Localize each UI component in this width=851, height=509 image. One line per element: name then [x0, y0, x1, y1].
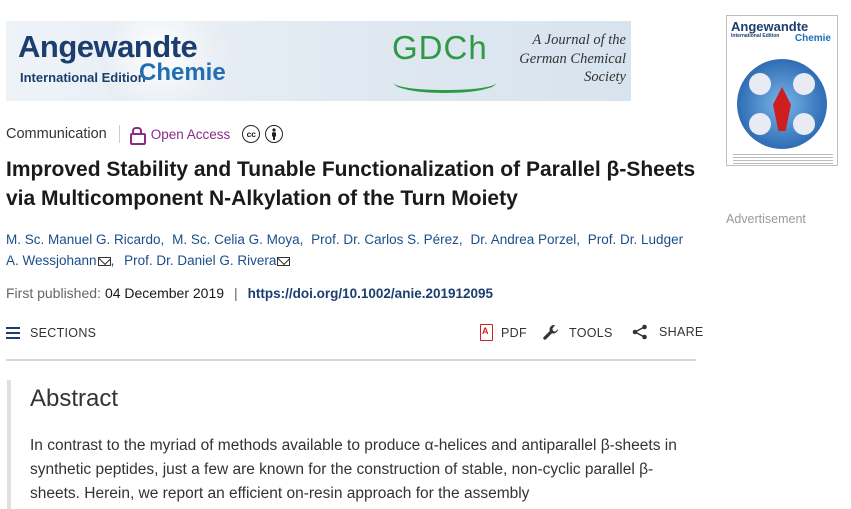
- article-toolbar: SECTIONS PDF TOOLS SHARE: [6, 322, 703, 346]
- attribution-icon[interactable]: [265, 125, 284, 143]
- author-link[interactable]: M. Sc. Manuel G. Ricardo,: [6, 232, 164, 247]
- cover-art-bubble: [793, 113, 815, 135]
- tools-label: TOOLS: [569, 326, 613, 340]
- sections-label: SECTIONS: [30, 326, 97, 340]
- list-icon: [6, 327, 20, 339]
- divider: [118, 125, 120, 143]
- journal-name-chemie: Chemie: [139, 59, 226, 86]
- publication-info: First published: 04 December 2019 | http…: [6, 285, 493, 301]
- first-published-label: First published:: [6, 285, 101, 301]
- advertisement-label: Advertisement: [726, 212, 806, 226]
- author-separator: ,: [110, 253, 115, 268]
- tools-button[interactable]: TOOLS: [542, 324, 613, 342]
- author-list: M. Sc. Manuel G. Ricardo, M. Sc. Celia G…: [6, 229, 696, 271]
- pdf-icon: [480, 324, 493, 341]
- abstract-section: Abstract In contrast to the myriad of me…: [7, 380, 697, 509]
- article-meta-row: Communication Open Access cc: [6, 125, 288, 145]
- journal-edition: International Edition: [20, 70, 146, 85]
- creative-commons-icon[interactable]: cc: [242, 125, 261, 143]
- first-published-date: 04 December 2019: [104, 285, 225, 301]
- cover-title: Angewandte: [731, 19, 809, 34]
- author-link[interactable]: Dr. Andrea Porzel,: [470, 232, 580, 247]
- share-label: SHARE: [659, 325, 704, 339]
- email-icon[interactable]: [277, 257, 291, 266]
- divider: |: [234, 285, 238, 301]
- abstract-text: In contrast to the myriad of methods ava…: [30, 437, 677, 502]
- cover-artwork: [737, 59, 827, 149]
- open-access-link[interactable]: Open Access: [151, 127, 231, 142]
- author-link[interactable]: M. Sc. Celia G. Moya,: [172, 232, 303, 247]
- share-icon: [632, 324, 648, 340]
- doi-link[interactable]: https://doi.org/10.1002/anie.201912095: [248, 286, 493, 301]
- cover-art-bubble: [749, 73, 771, 95]
- author-link[interactable]: Prof. Dr. Carlos S. Pérez,: [311, 232, 463, 247]
- cover-art-bubble: [749, 113, 771, 135]
- cover-chemie: Chemie: [794, 33, 831, 44]
- author-link[interactable]: Prof. Dr. Daniel G. Rivera: [124, 253, 276, 268]
- cover-art-bubble: [793, 73, 815, 95]
- email-icon[interactable]: [97, 257, 111, 266]
- journal-banner[interactable]: Angewandte International Edition Chemie …: [6, 21, 631, 101]
- abstract-heading: Abstract: [30, 385, 119, 412]
- gdch-logo-arc: [394, 73, 496, 93]
- pdf-button[interactable]: PDF: [480, 324, 527, 341]
- gdch-logo: GDCh: [392, 29, 488, 66]
- article-type: Communication: [6, 126, 107, 142]
- open-lock-icon: [129, 127, 146, 145]
- pdf-label: PDF: [501, 325, 527, 340]
- share-button[interactable]: SHARE: [632, 324, 704, 340]
- toolbar-divider: [6, 359, 696, 361]
- journal-cover-image[interactable]: Angewandte International Edition Chemie: [726, 15, 838, 166]
- wrench-icon: [542, 324, 560, 342]
- cover-text-lines: [733, 154, 833, 164]
- journal-tagline: A Journal of the German Chemical Society: [519, 32, 626, 85]
- article-title: Improved Stability and Tunable Functiona…: [6, 158, 696, 210]
- cover-art-red-shape: [773, 87, 791, 131]
- sections-button[interactable]: SECTIONS: [6, 326, 96, 340]
